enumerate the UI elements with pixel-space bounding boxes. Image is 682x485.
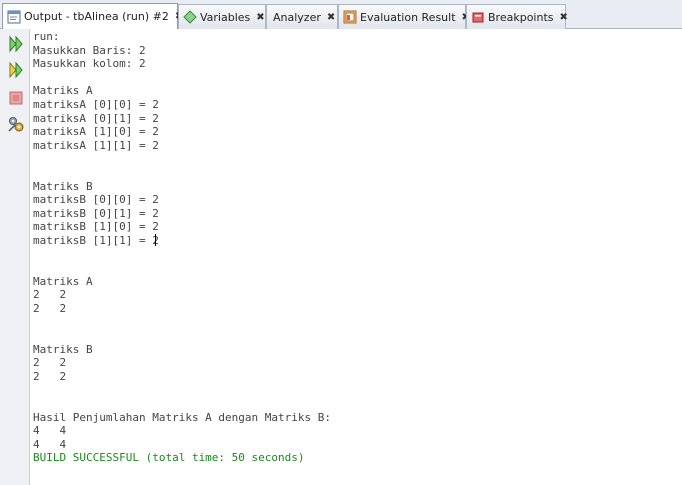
output-toolbar [0, 29, 30, 485]
tab-evaluation-result[interactable]: Evaluation Result ✖ [338, 4, 470, 29]
console-line: matriksA [1][1] = 2 [33, 138, 159, 152]
console-line: matriksA [0][0] = 2 [33, 97, 159, 111]
close-icon[interactable]: ✖ [256, 12, 264, 23]
tab-variables[interactable]: Variables ✖ [178, 4, 266, 29]
tab-output-label: Output - tbAlinea (run) #2 [24, 10, 169, 23]
tab-breakpoints[interactable]: Breakpoints ✖ [466, 4, 568, 29]
console-line: matriksA [1][0] = 2 [33, 125, 159, 139]
console-line: run: [33, 30, 60, 43]
console-line: Masukkan Baris: 2 [33, 43, 146, 57]
evaluation-result-icon [343, 10, 357, 24]
rerun-with-args-icon[interactable] [7, 61, 25, 79]
console-line: 2 2 [33, 369, 67, 383]
tab-output[interactable]: Output - tbAlinea (run) #2 ✖ [2, 3, 183, 29]
console-line: Matriks B [33, 179, 93, 193]
close-icon[interactable]: ✖ [327, 12, 335, 23]
stop-icon[interactable] [7, 89, 25, 107]
breakpoint-icon [471, 10, 485, 24]
text-caret [155, 234, 156, 246]
output-console[interactable]: run: Masukkan Baris: 2 Masukkan kolom: 2 Ma… [33, 30, 682, 485]
tab-breakpoints-label: Breakpoints [488, 10, 554, 24]
close-icon[interactable]: ✖ [560, 12, 568, 23]
tab-evaluation-result-label: Evaluation Result [360, 10, 456, 24]
console-line: Masukkan kolom: 2 [33, 57, 146, 71]
console-line: 4 4 [33, 437, 67, 451]
settings-icon[interactable] [7, 115, 25, 133]
console-line: 2 2 [33, 356, 67, 370]
tab-analyzer-label: Analyzer [273, 10, 321, 24]
tab-analyzer[interactable]: Analyzer ✖ [266, 4, 338, 29]
console-line: matriksA [0][1] = 2 [33, 111, 159, 125]
console-line: 4 4 [33, 424, 67, 438]
console-line: 2 2 [33, 301, 67, 315]
console-line: BUILD SUCCESSFUL (total time: 50 seconds… [33, 451, 305, 465]
console-line: Matriks B [33, 342, 93, 356]
tab-variables-label: Variables [200, 10, 251, 24]
output-window-icon [7, 10, 21, 24]
variables-diamond-icon [183, 10, 197, 24]
console-line: Matriks A [33, 274, 93, 288]
output-tab-bar: Output - tbAlinea (run) #2 ✖ Variables ✖… [0, 0, 682, 29]
console-line: 2 2 [33, 288, 67, 302]
console-line: matriksB [1][0] = 2 [33, 220, 159, 234]
console-line: matriksB [0][1] = 2 [33, 206, 159, 220]
console-line: Matriks A [33, 84, 93, 98]
console-line: Hasil Penjumlahan Matriks A dengan Matri… [33, 410, 332, 424]
console-line: matriksB [1][1] = 2 [33, 233, 159, 247]
rerun-icon[interactable] [7, 35, 25, 53]
console-line: matriksB [0][0] = 2 [33, 193, 159, 207]
